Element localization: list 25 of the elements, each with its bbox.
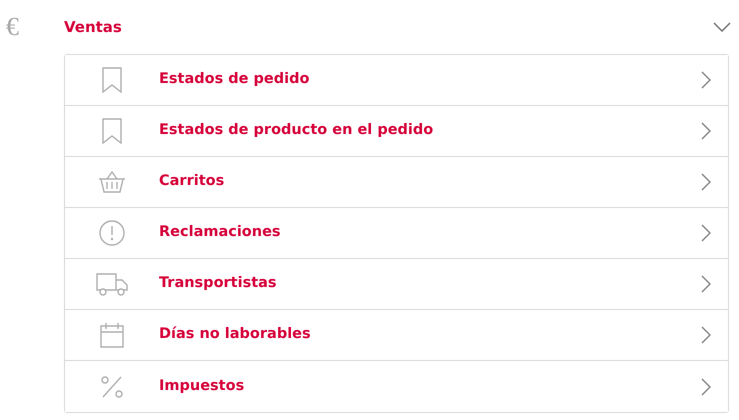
calendar-icon [100,322,124,348]
menu-item-label: Reclamaciones [159,223,282,242]
menu-item-label: Estados de producto en el pedido [159,121,434,140]
menu-item-label: Días no laborables [159,325,312,344]
menu-item-label: Impuestos [159,376,246,396]
bookmark-icon [102,118,122,144]
chevron-right-icon [701,122,711,140]
section-title[interactable]: Ventas [64,16,713,38]
chevron-right-icon [701,275,711,293]
basket-icon [98,171,126,193]
menu-item-label: Estados de pedido [159,70,310,90]
chevron-down-icon[interactable] [713,22,731,32]
alert-icon [99,220,125,246]
percent-icon [101,376,123,398]
chevron-right-icon [701,173,711,191]
bookmark-icon [102,67,122,93]
menu-item-label: Carritos [159,172,226,192]
chevron-right-icon [701,378,711,396]
menu-item[interactable]: Estados de pedido [65,55,728,106]
chevron-right-icon [701,71,711,89]
chevron-right-icon [701,326,711,344]
euro-icon: € [0,14,64,40]
truck-icon [96,272,128,296]
chevron-right-icon [701,224,711,242]
menu-item-label: Transportistas [159,274,278,294]
